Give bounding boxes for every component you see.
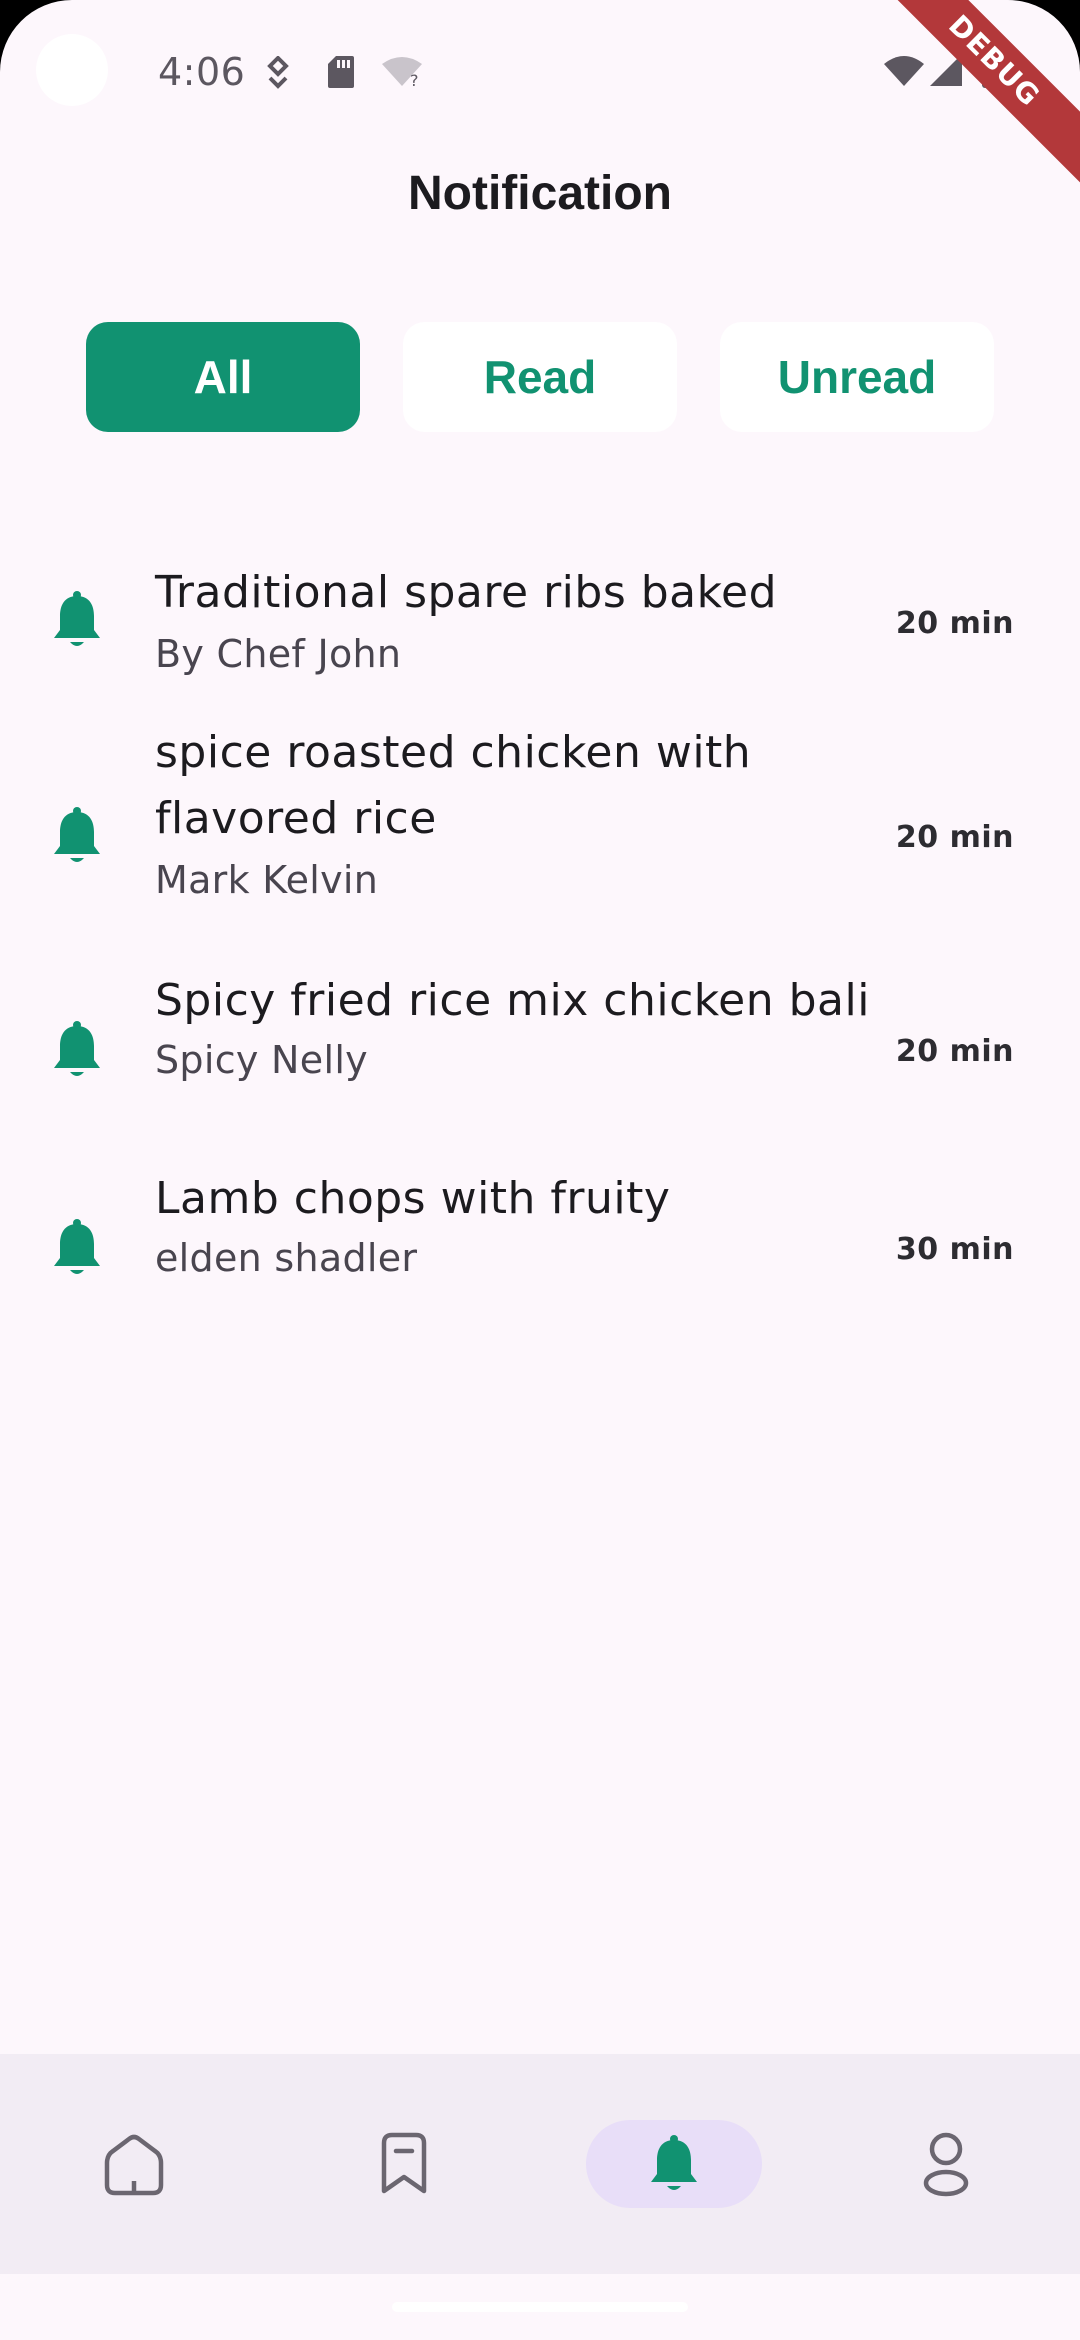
bell-icon [54, 591, 100, 646]
camera-cutout [36, 34, 108, 106]
nav-saved[interactable] [316, 2120, 492, 2208]
home-icon [104, 2134, 164, 2196]
profile-icon [923, 2132, 969, 2197]
bottom-navigation [0, 2054, 1080, 2274]
bell-icon [54, 1219, 100, 1274]
wifi-icon [884, 56, 924, 86]
notification-subtitle: Mark Kelvin [155, 858, 379, 902]
page-title: Notification [408, 167, 672, 220]
bell-icon [651, 2135, 697, 2190]
tab-read[interactable]: Read [403, 322, 677, 432]
notification-title: Spicy fried rice mix chicken bali [155, 975, 870, 1026]
notification-item[interactable]: Spicy fried rice mix chicken bali Spicy … [0, 968, 1080, 1108]
filter-tabs: All Read Unread [86, 322, 994, 432]
notification-subtitle: By Chef John [155, 632, 402, 676]
notification-title: Traditional spare ribs baked [155, 567, 778, 618]
notification-subtitle: Spicy Nelly [155, 1038, 368, 1082]
notification-item[interactable]: Lamb chops with fruity elden shadler 30 … [0, 1166, 1080, 1306]
nav-home[interactable] [46, 2120, 222, 2208]
tab-unread[interactable]: Unread [720, 322, 994, 432]
screen: 4:06 ? DEBUG Notification All Read Unrea… [0, 0, 1080, 2340]
location-icon [267, 56, 289, 89]
notification-title: spice roasted chicken with flavored rice [155, 727, 752, 844]
bell-icon [54, 807, 100, 862]
tab-all[interactable]: All [86, 322, 360, 432]
notification-item[interactable]: spice roasted chicken with flavored rice… [0, 720, 1080, 920]
notification-item[interactable]: Traditional spare ribs baked By Chef Joh… [0, 540, 1080, 680]
bookmark-icon [381, 2132, 427, 2194]
sd-card-icon [328, 56, 354, 88]
svg-text:?: ? [410, 71, 419, 88]
bell-icon [54, 1021, 100, 1076]
status-time: 4:06 [158, 50, 246, 94]
notification-title: Lamb chops with fruity [155, 1173, 671, 1224]
wifi-unknown-icon: ? [382, 57, 422, 88]
notification-time: 20 min [895, 820, 1014, 855]
notification-time: 30 min [895, 1232, 1014, 1267]
debug-ribbon: DEBUG [870, 0, 1080, 185]
notification-time: 20 min [895, 1034, 1014, 1069]
notification-time: 20 min [895, 606, 1014, 641]
status-bar: 4:06 ? DEBUG [0, 0, 1080, 185]
nav-notifications[interactable] [586, 2120, 762, 2208]
home-indicator[interactable] [392, 2302, 688, 2312]
nav-profile[interactable] [858, 2120, 1034, 2208]
notification-subtitle: elden shadler [155, 1236, 418, 1280]
